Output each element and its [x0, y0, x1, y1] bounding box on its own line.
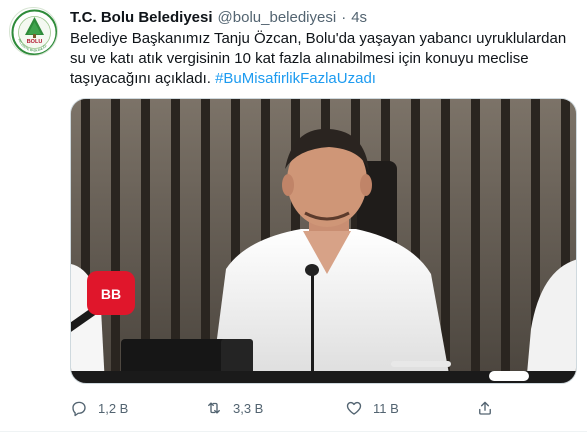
- avatar[interactable]: BOLU BELEDİYE BAŞKANLIĞI: [9, 7, 58, 56]
- press-conference-photo: BB: [71, 99, 576, 383]
- tweet-actions-bar: 1,2 B 3,3 B 11 B: [70, 394, 500, 422]
- tweet-card[interactable]: BOLU BELEDİYE BAŞKANLIĞI T.C. Bolu Beled…: [0, 0, 587, 432]
- tweet-text-line: taşıyacağını açıkladı. #BuMisafirlikFazl…: [70, 69, 575, 89]
- share-icon: [479, 401, 491, 415]
- author-display-name[interactable]: T.C. Bolu Belediyesi: [70, 9, 213, 26]
- mic-flag-label: BB: [101, 286, 121, 302]
- like-button[interactable]: 11 B: [345, 399, 399, 417]
- retweet-count: 3,3 B: [233, 400, 264, 416]
- tweet-text-line: Belediye Başkanımız Tanju Özcan, Bolu'da…: [70, 30, 567, 47]
- tweet-text-segment: taşıyacağını açıkladı.: [70, 70, 216, 87]
- separator-dot: ·: [341, 8, 347, 26]
- hashtag-link[interactable]: #BuMisafirlikFazlaUzadı: [215, 70, 376, 87]
- like-count: 11 B: [373, 400, 399, 416]
- bolu-logo-icon: BOLU BELEDİYE BAŞKANLIĞI: [11, 9, 57, 55]
- tweet-text: Belediye Başkanımız Tanju Özcan, Bolu'da…: [70, 29, 575, 89]
- retweet-icon: [208, 402, 220, 414]
- reply-count: 1,2 B: [98, 400, 129, 416]
- heart-icon: [346, 401, 362, 415]
- reply-button[interactable]: 1,2 B: [70, 399, 128, 417]
- author-handle[interactable]: @bolu_belediyesi: [218, 9, 337, 26]
- tweet-header: T.C. Bolu Belediyesi @bolu_belediyesi · …: [70, 6, 577, 28]
- tweet-text-line: su ve katı atık vergisinin 10 kat fazla …: [70, 50, 529, 67]
- reply-icon: [72, 401, 86, 417]
- retweet-button[interactable]: 3,3 B: [205, 399, 263, 417]
- tweet-timestamp[interactable]: 4s: [351, 9, 367, 26]
- avatar-logo-text: BOLU: [27, 39, 43, 45]
- share-button[interactable]: [476, 399, 494, 417]
- tweet-media-photo[interactable]: BB: [70, 98, 577, 384]
